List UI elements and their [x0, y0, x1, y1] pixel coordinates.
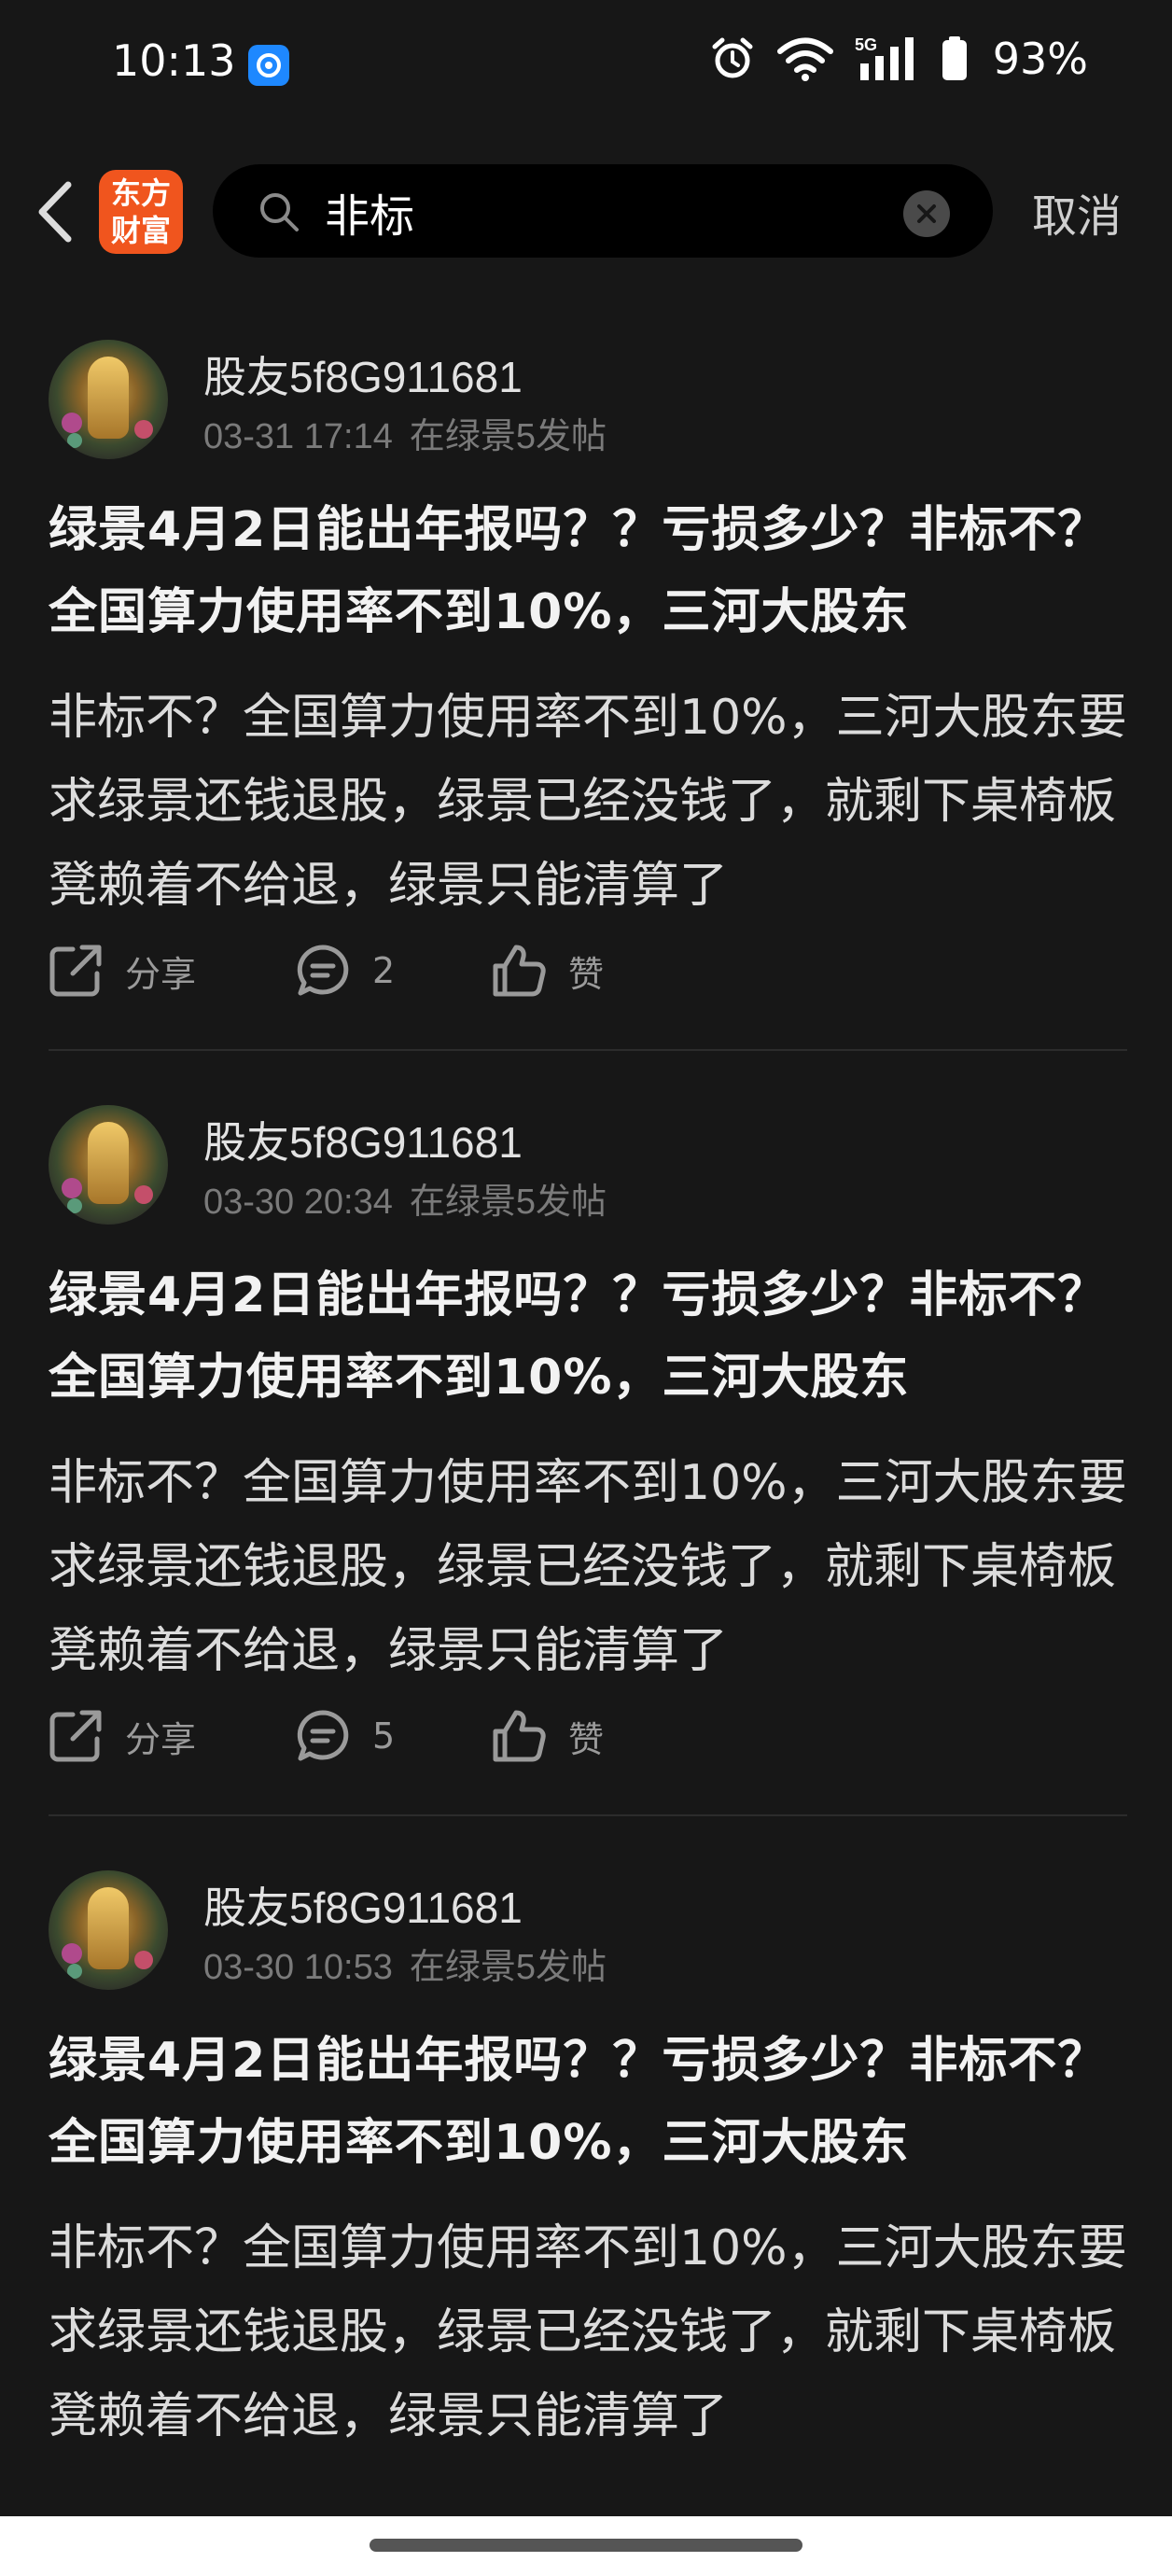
comment-count: 2 [372, 950, 396, 991]
avatar[interactable] [49, 1105, 168, 1225]
brand-logo[interactable]: 东方 财富 [99, 170, 183, 254]
post-username[interactable]: 股友5f8G911681 [203, 1874, 523, 1936]
post-body[interactable]: 非标不？全国算力使用率不到10%，三河大股东要求绿景还钱退股，绿景已经没钱了，就… [49, 1441, 1131, 1693]
brand-logo-line1: 东方 [110, 175, 171, 211]
chevron-left-icon [38, 181, 72, 243]
alarm-icon [712, 37, 753, 78]
comment-button[interactable]: 5 [296, 1709, 492, 1763]
clear-search-button[interactable] [903, 190, 950, 237]
post-board[interactable]: 在绿景5发帖 [410, 1948, 607, 1987]
app-notification-icon [248, 45, 289, 86]
comment-count: 5 [372, 1715, 396, 1757]
post-divider [49, 1049, 1127, 1051]
post-title[interactable]: 绿景4月2日能出年报吗？？亏损多少？非标不？全国算力使用率不到10%，三河大股东 [49, 489, 1131, 653]
battery-icon [942, 36, 967, 80]
comment-icon [297, 945, 349, 996]
status-time: 10:13 [112, 35, 236, 86]
thumbs-up-icon [493, 945, 546, 997]
post-time: 03-30 20:34 [203, 1183, 393, 1222]
post-actions: 分享 5 赞 [49, 1706, 604, 1766]
signal-icon: 5G [855, 35, 914, 80]
post-username[interactable]: 股友5f8G911681 [203, 343, 523, 405]
share-icon [49, 1710, 102, 1762]
post-time: 03-30 10:53 [203, 1948, 393, 1987]
home-handle[interactable] [370, 2539, 802, 2552]
brand-logo-line2: 财富 [110, 213, 171, 248]
like-label: 赞 [568, 953, 605, 995]
status-icons: 5G 93% [709, 34, 1088, 84]
avatar[interactable] [49, 340, 168, 459]
like-button[interactable]: 赞 [492, 944, 604, 998]
post-time: 03-31 17:14 [203, 417, 393, 456]
search-input[interactable] [323, 181, 886, 243]
gesture-nav-bar [0, 2516, 1172, 2576]
post-body[interactable]: 非标不？全国算力使用率不到10%，三河大股东要求绿景还钱退股，绿景已经没钱了，就… [49, 2206, 1131, 2458]
comment-button[interactable]: 2 [296, 944, 492, 998]
post-board[interactable]: 在绿景5发帖 [410, 1183, 607, 1222]
post-meta: 03-30 20:34 在绿景5发帖 [203, 1172, 607, 1224]
search-icon [260, 193, 299, 231]
share-label: 分享 [125, 953, 197, 995]
search-box[interactable] [213, 164, 993, 258]
comment-icon [297, 1710, 349, 1761]
like-button[interactable]: 赞 [492, 1709, 604, 1763]
close-icon [917, 204, 936, 223]
status-bar: 10:13 5G 93% [0, 0, 1172, 140]
wifi-icon [776, 37, 833, 81]
post-divider [49, 1814, 1127, 1816]
share-button[interactable]: 分享 [49, 1709, 296, 1763]
share-label: 分享 [125, 1718, 197, 1760]
post-actions: 分享 2 赞 [49, 941, 604, 1001]
back-button[interactable] [26, 179, 82, 245]
like-label: 赞 [568, 1718, 605, 1760]
search-header: 东方 财富 取消 [0, 159, 1172, 261]
battery-percent: 93% [992, 34, 1088, 84]
thumbs-up-icon [493, 1710, 546, 1762]
post-username[interactable]: 股友5f8G911681 [203, 1109, 523, 1170]
post-board[interactable]: 在绿景5发帖 [410, 417, 607, 456]
cancel-button[interactable]: 取消 [1032, 179, 1122, 245]
share-icon [49, 945, 102, 997]
post-meta: 03-31 17:14 在绿景5发帖 [203, 407, 607, 458]
network-label: 5G [855, 35, 877, 54]
avatar[interactable] [49, 1870, 168, 1990]
post-title[interactable]: 绿景4月2日能出年报吗？？亏损多少？非标不？全国算力使用率不到10%，三河大股东 [49, 2020, 1131, 2184]
post-body[interactable]: 非标不？全国算力使用率不到10%，三河大股东要求绿景还钱退股，绿景已经没钱了，就… [49, 676, 1131, 928]
share-button[interactable]: 分享 [49, 944, 296, 998]
post-meta: 03-30 10:53 在绿景5发帖 [203, 1938, 607, 1989]
post-title[interactable]: 绿景4月2日能出年报吗？？亏损多少？非标不？全国算力使用率不到10%，三河大股东 [49, 1254, 1131, 1419]
